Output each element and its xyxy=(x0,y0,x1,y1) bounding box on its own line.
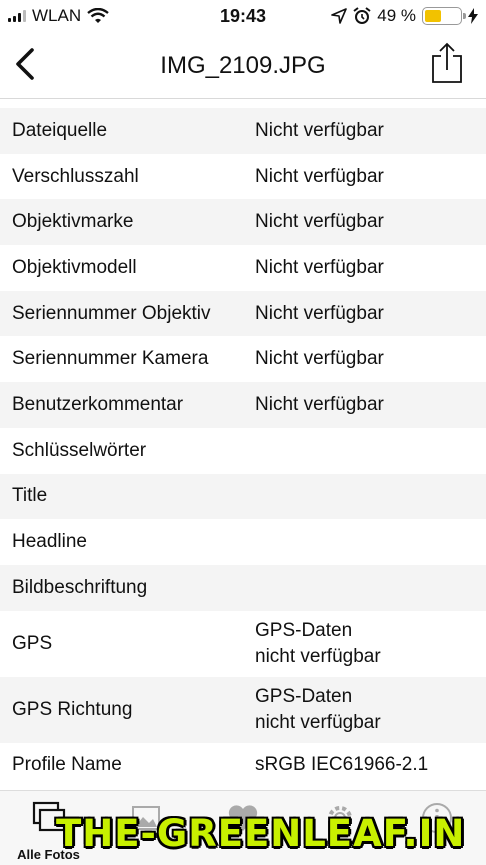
field-label: Objektivmarke xyxy=(12,211,134,233)
field-value: Nicht verfügbar xyxy=(255,211,384,233)
field-label: GPS Richtung xyxy=(12,698,133,720)
list-item: GPS GPS-Daten nicht verfügbar xyxy=(0,610,486,677)
list-item: GPS Richtung GPS-Daten nicht verfügbar xyxy=(0,676,486,743)
status-bar: WLAN 19:43 49 % xyxy=(0,0,486,32)
field-value: Nicht verfügbar xyxy=(255,393,384,415)
battery-icon xyxy=(422,7,466,25)
list-item: Bildbeschriftung xyxy=(0,564,486,611)
list-item: Benutzerkommentar Nicht verfügbar xyxy=(0,382,486,428)
field-label: Seriennummer Objektiv xyxy=(12,302,211,324)
location-arrow-icon xyxy=(331,8,348,24)
field-label: Dateiquelle xyxy=(12,119,108,141)
navigation-bar: IMG_2109.JPG xyxy=(0,32,486,99)
field-value: GPS-Daten nicht verfügbar xyxy=(255,618,486,670)
field-label: Title xyxy=(12,485,48,507)
field-label: Schlüsselwörter xyxy=(12,439,147,461)
field-value: GPS-Daten nicht verfügbar xyxy=(255,684,486,736)
charging-bolt-icon xyxy=(468,8,478,24)
field-value-line2: nicht verfügbar xyxy=(255,711,381,733)
list-item: Schlüsselwörter xyxy=(0,427,486,474)
field-label: Objektivmodell xyxy=(12,256,137,278)
field-label: Seriennummer Kamera xyxy=(12,348,209,370)
field-label: Verschlusszahl xyxy=(12,165,139,187)
list-item: Profile Name sRGB IEC61966-2.1 xyxy=(0,742,486,789)
field-value: Nicht verfügbar xyxy=(255,348,384,370)
field-value: sRGB IEC61966-2.1 xyxy=(255,754,429,776)
field-value: Nicht verfügbar xyxy=(255,256,384,278)
page-title: IMG_2109.JPG xyxy=(160,52,326,79)
list-item: Verschlusszahl Nicht verfügbar xyxy=(0,153,486,200)
list-item: Seriennummer Kamera Nicht verfügbar xyxy=(0,336,486,383)
field-value: Nicht verfügbar xyxy=(255,165,384,187)
field-label: Bildbeschriftung xyxy=(12,576,148,598)
battery-percent: 49 % xyxy=(377,6,416,25)
field-label: Profile Name xyxy=(12,754,122,776)
list-item: Dateiquelle Nicht verfügbar xyxy=(0,108,486,154)
field-label: Benutzerkommentar xyxy=(12,393,184,415)
list-item: Objektivmodell Nicht verfügbar xyxy=(0,245,486,291)
field-value-line1: GPS-Daten xyxy=(255,619,353,641)
field-label: Headline xyxy=(12,531,87,553)
field-value-line2: nicht verfügbar xyxy=(255,645,381,667)
list-item: Seriennummer Objektiv Nicht verfügbar xyxy=(0,290,486,337)
alarm-icon xyxy=(353,7,371,24)
metadata-list: Dateiquelle Nicht verfügbar Verschlusszah… xyxy=(0,108,486,789)
share-icon[interactable] xyxy=(430,42,464,84)
field-label: GPS xyxy=(12,632,53,654)
status-right: 49 % xyxy=(331,6,478,26)
list-item: Title xyxy=(0,473,486,520)
field-value: Nicht verfügbar xyxy=(255,302,384,324)
field-value-line1: GPS-Daten xyxy=(255,685,353,707)
watermark: THE-GREENLEAF.IN xyxy=(56,812,466,855)
list-item: Objektivmarke Nicht verfügbar xyxy=(0,199,486,246)
field-value: Nicht verfügbar xyxy=(255,119,384,141)
list-item: Headline xyxy=(0,519,486,565)
